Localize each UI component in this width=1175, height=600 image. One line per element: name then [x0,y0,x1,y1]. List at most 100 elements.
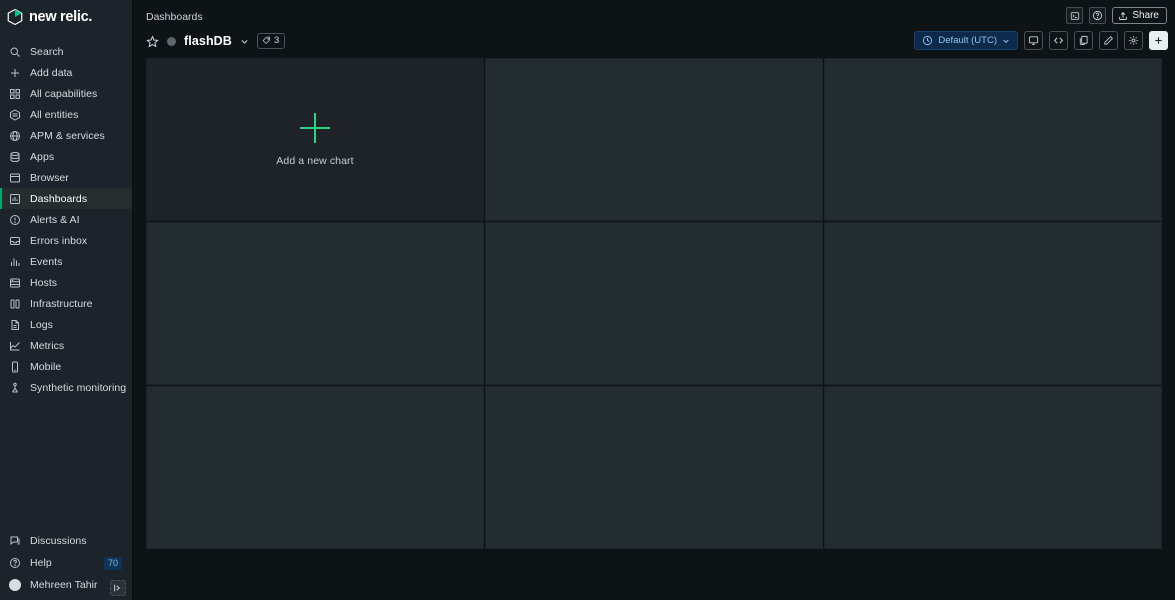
stack-layers-icon [8,150,21,163]
sidebar-item-label: All capabilities [30,87,98,100]
sidebar-item-label: APM & services [30,129,105,142]
grid-cell-empty[interactable] [146,222,484,385]
star-outline-icon[interactable] [146,34,159,48]
sidebar-item-label: Hosts [30,276,58,289]
sidebar-item-mobile[interactable]: Mobile [0,356,132,377]
edit-button[interactable] [1099,31,1118,50]
clock-icon [923,35,933,46]
sidebar-item-label: Mobile [30,360,62,373]
alert-circle-icon [8,213,21,226]
help-badge-count: 70 [103,556,122,570]
settings-button[interactable] [1124,31,1143,50]
sidebar-item-label: All entities [30,108,79,121]
sidebar: new relic. Search Add data All capabilit… [0,0,133,600]
page-title: flashDB [184,34,232,48]
sidebar-item-hosts[interactable]: Hosts [0,272,132,293]
chevron-down-icon [1003,39,1009,43]
time-range-picker[interactable]: Default (UTC) [914,31,1018,50]
help-circle-icon [8,557,21,570]
browser-window-icon [8,171,21,184]
terminal-console-icon[interactable] [1066,7,1084,24]
help-question-icon[interactable] [1089,7,1107,24]
sidebar-item-label: Apps [30,150,55,163]
sidebar-item-synthetic-monitoring[interactable]: Synthetic monitoring [0,377,132,398]
fullscreen-tv-button[interactable] [1024,31,1043,50]
search-icon [8,45,21,58]
view-code-button[interactable] [1049,31,1068,50]
sidebar-item-label: Errors inbox [30,234,88,247]
sidebar-item-browser[interactable]: Browser [0,167,132,188]
chat-bubble-icon [8,535,21,548]
sidebar-item-logs[interactable]: Logs [0,314,132,335]
new-relic-cube-logo [7,8,23,25]
share-upload-icon [1119,11,1128,20]
status-badge[interactable]: 3 [256,33,286,49]
breadcrumb[interactable]: Dashboards [146,11,203,23]
copy-pages-icon [1079,35,1088,45]
collapse-panel-icon[interactable] [110,580,126,596]
code-brackets-icon [1053,37,1064,44]
sidebar-item-label: Discussions [30,535,87,547]
grid-cell-empty[interactable] [485,386,823,549]
sidebar-item-label: Help [30,557,52,569]
sidebar-item-metrics[interactable]: Metrics [0,335,132,356]
top-bar: Dashboards flashDB 3 Share Default (UTC) [133,0,1175,58]
sidebar-item-label: Alerts & AI [30,213,80,226]
grid-cell-empty[interactable] [146,386,484,549]
plus-large-icon [300,112,330,143]
server-icon [8,276,21,289]
sidebar-item-dashboards[interactable]: Dashboards [0,188,132,209]
brand-logo[interactable]: new relic. [0,0,132,33]
monitor-screen-icon [1028,36,1039,45]
dashboard-grid: Add a new chart [146,58,1162,549]
plus-icon [8,66,21,79]
sidebar-item-apm-services[interactable]: APM & services [0,125,132,146]
sidebar-item-all-entities[interactable]: All entities [0,104,132,125]
add-new-chart-cell[interactable]: Add a new chart [146,58,484,221]
grid-cell-empty[interactable] [824,222,1162,385]
sidebar-item-help[interactable]: Help 70 [0,552,132,574]
bar-chart-icon [8,255,21,268]
sidebar-item-label: Search [30,45,64,58]
sidebar-item-search[interactable]: Search [0,41,132,62]
add-widget-button[interactable] [1149,31,1168,50]
status-dot [167,36,176,46]
sidebar-item-label: Mehreen Tahir [30,579,98,591]
sidebar-item-alerts-ai[interactable]: Alerts & AI [0,209,132,230]
grid-cell-empty[interactable] [824,386,1162,549]
sidebar-item-label: Browser [30,171,69,184]
share-button[interactable]: Share [1112,7,1167,24]
pencil-icon [1104,35,1114,45]
sidebar-item-label: Metrics [30,339,65,352]
tag-icon [262,36,270,45]
time-range-value: Default (UTC) [938,35,997,46]
line-chart-icon [8,339,21,352]
tag-count: 3 [273,35,280,46]
sidebar-item-add-data[interactable]: Add data [0,62,132,83]
sidebar-item-label: Events [30,255,63,268]
grid-cell-empty[interactable] [485,58,823,221]
sidebar-item-errors-inbox[interactable]: Errors inbox [0,230,132,251]
sidebar-item-apps[interactable]: Apps [0,146,132,167]
sidebar-nav: Search Add data All capabilities All ent… [0,41,132,398]
sidebar-item-discussions[interactable]: Discussions [0,530,132,552]
grid-cell-empty[interactable] [824,58,1162,221]
grid-squares-icon [8,87,21,100]
duplicate-button[interactable] [1074,31,1093,50]
mobile-phone-icon [8,360,21,373]
synthetic-monitor-icon [8,381,21,394]
sidebar-item-infrastructure[interactable]: Infrastructure [0,293,132,314]
plus-icon [1155,37,1162,44]
inbox-icon [8,234,21,247]
user-avatar [8,579,21,592]
sidebar-item-events[interactable]: Events [0,251,132,272]
sidebar-item-label: Synthetic monitoring [30,381,127,394]
grid-cell-empty[interactable] [485,222,823,385]
dashboard-icon [8,192,21,205]
sidebar-item-label: Logs [30,318,53,331]
dashboard-title-row: flashDB 3 [146,33,286,49]
sidebar-item-all-capabilities[interactable]: All capabilities [0,83,132,104]
app-root: new relic. Search Add data All capabilit… [0,0,1175,600]
add-chart-label: Add a new chart [276,154,354,167]
chevron-down-icon[interactable] [240,37,249,46]
